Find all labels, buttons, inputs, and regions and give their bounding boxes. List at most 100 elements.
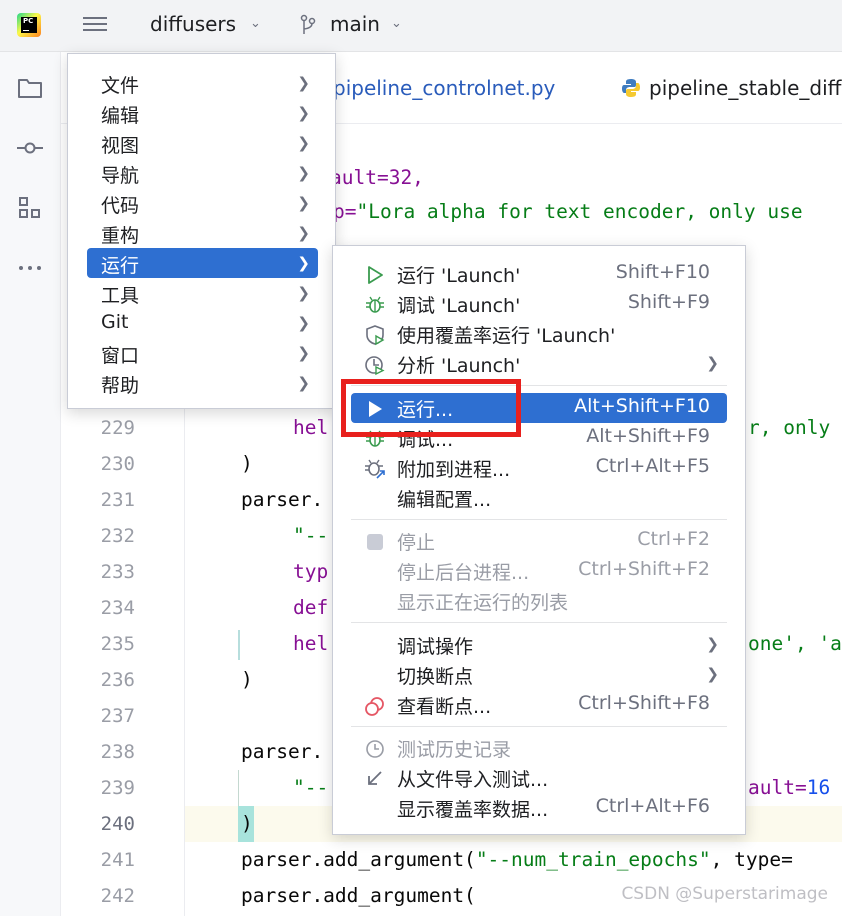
menu-item-label: 停止后台进程...: [397, 562, 530, 584]
project-folder-icon[interactable]: [16, 74, 44, 102]
menu-item-view[interactable]: 视图 ❯: [87, 128, 318, 158]
code-line: "--: [293, 776, 329, 799]
menu-item-label: Git: [101, 311, 129, 333]
profile-icon: [365, 356, 385, 376]
menu-item-toggle-breakpoint[interactable]: 切换断点 ❯: [351, 660, 727, 690]
menu-item-debug-launch[interactable]: 调试 'Launch' Shift+F9: [351, 289, 727, 319]
code-fragment: r, only u: [748, 416, 842, 439]
code-fragment: p="Lora alpha for text encoder, only use: [333, 200, 803, 223]
code-fragment: one', 'a: [748, 632, 842, 655]
chevron-right-icon: ❯: [297, 74, 310, 92]
run-icon: [368, 266, 383, 284]
chevron-right-icon: ❯: [297, 104, 310, 122]
menu-item-label: 窗口: [101, 345, 140, 367]
line-number: 235: [100, 633, 135, 655]
menu-item-run[interactable]: 运行 ❯: [87, 248, 318, 278]
menu-item-label: 编辑: [101, 105, 140, 127]
shortcut-label: Shift+F10: [615, 261, 710, 283]
menu-item-tools[interactable]: 工具 ❯: [87, 278, 318, 308]
annotation-highlight-box: [341, 379, 521, 437]
chevron-right-icon: ❯: [706, 635, 719, 653]
menu-item-label: 重构: [101, 225, 140, 247]
menu-item-run-launch[interactable]: 运行 'Launch' Shift+F10: [351, 259, 727, 289]
chevron-right-icon: ❯: [297, 194, 310, 212]
menu-item-label: 运行 'Launch': [397, 265, 521, 287]
menu-item-refactor[interactable]: 重构 ❯: [87, 218, 318, 248]
menu-item-stop[interactable]: 停止 Ctrl+F2: [351, 526, 727, 556]
menu-item-import-tests[interactable]: 从文件导入测试...: [351, 763, 727, 793]
shortcut-label: Ctrl+F2: [637, 528, 710, 550]
menu-item-profile-launch[interactable]: 分析 'Launch' ❯: [351, 349, 727, 379]
attach-icon: [365, 459, 385, 479]
tab-label: pipeline_controlnet.py: [333, 76, 556, 100]
menu-item-git[interactable]: Git ❯: [87, 308, 318, 338]
menu-item-debugger-actions[interactable]: 调试操作 ❯: [351, 630, 727, 660]
pycharm-logo-icon[interactable]: PC: [17, 13, 41, 37]
chevron-right-icon: ❯: [706, 354, 719, 372]
line-number: 238: [100, 741, 135, 763]
shortcut-label: Ctrl+Alt+F5: [595, 455, 710, 477]
branch-name[interactable]: main: [330, 12, 380, 36]
menu-item-attach-to-process[interactable]: 附加到进程... Ctrl+Alt+F5: [351, 453, 727, 483]
menu-item-label: 附加到进程...: [397, 459, 511, 481]
menu-item-show-running-list[interactable]: 显示正在运行的列表: [351, 586, 727, 616]
menu-item-run-with-coverage[interactable]: 使用覆盖率运行 'Launch': [351, 319, 727, 349]
line-number: 240: [100, 813, 135, 835]
menu-item-label: 工具: [101, 285, 140, 307]
menu-item-label: 停止: [397, 532, 436, 554]
commit-icon[interactable]: [16, 134, 44, 162]
menu-item-file[interactable]: 文件 ❯: [87, 68, 318, 98]
menu-item-edit[interactable]: 编辑 ❯: [87, 98, 318, 128]
menu-item-label: 运行: [101, 255, 140, 277]
run-submenu-popup: 运行 'Launch' Shift+F10 调试 'Launch' Shift+…: [332, 245, 746, 835]
shortcut-label: Ctrl+Shift+F8: [578, 692, 710, 714]
shortcut-label: Alt+Shift+F10: [574, 395, 710, 417]
project-chevron-down-icon[interactable]: ⌄: [250, 16, 261, 31]
main-menu-popup: 文件 ❯ 编辑 ❯ 视图 ❯ 导航 ❯ 代码 ❯ 重构 ❯ 运行 ❯ 工具 ❯ Git ❯ 窗口 ❯…: [67, 53, 336, 409]
import-icon: [368, 771, 382, 785]
menu-separator: [351, 519, 727, 520]
line-number: 234: [100, 597, 135, 619]
menu-item-help[interactable]: 帮助 ❯: [87, 368, 318, 398]
chevron-right-icon: ❯: [297, 224, 310, 242]
menu-item-navigate[interactable]: 导航 ❯: [87, 158, 318, 188]
menu-item-test-history[interactable]: 测试历史记录: [351, 733, 727, 763]
menu-item-window[interactable]: 窗口 ❯: [87, 338, 318, 368]
chevron-right-icon: ❯: [706, 665, 719, 683]
more-tools-icon[interactable]: [16, 254, 44, 282]
chevron-right-icon: ❯: [297, 134, 310, 152]
line-number: 241: [100, 849, 135, 871]
menu-item-label: 测试历史记录: [397, 739, 512, 761]
menu-item-label: 导航: [101, 165, 140, 187]
branch-chevron-down-icon[interactable]: ⌄: [391, 16, 402, 31]
menu-item-view-breakpoints[interactable]: 查看断点... Ctrl+Shift+F8: [351, 690, 727, 720]
line-number: 237: [100, 705, 135, 727]
line-number: 236: [100, 669, 135, 691]
menu-item-label: 显示覆盖率数据...: [397, 799, 549, 821]
menu-item-label: 文件: [101, 75, 140, 97]
code-line: "--: [293, 524, 329, 547]
tab-pipeline-stable-diff[interactable]: pipeline_stable_diff: [621, 76, 841, 100]
git-branch-icon: [300, 14, 316, 34]
menu-item-stop-background[interactable]: 停止后台进程... Ctrl+Shift+F2: [351, 556, 727, 586]
code-line: typ: [293, 560, 329, 583]
line-number: 230: [100, 453, 135, 475]
menu-separator: [351, 726, 727, 727]
structure-icon[interactable]: [16, 194, 44, 222]
chevron-right-icon: ❯: [297, 344, 310, 362]
code-line: hel: [293, 632, 329, 655]
main-menu-hamburger-icon[interactable]: [83, 14, 109, 36]
watermark: CSDN @Superstarimage: [621, 884, 828, 904]
code-line: hel: [293, 416, 329, 439]
menu-item-label: 代码: [101, 195, 140, 217]
menu-item-show-coverage-data[interactable]: 显示覆盖率数据... Ctrl+Alt+F6: [351, 793, 727, 823]
menu-item-code[interactable]: 代码 ❯: [87, 188, 318, 218]
menu-item-label: 切换断点: [397, 666, 474, 688]
tab-pipeline-controlnet[interactable]: pipeline_controlnet.py: [333, 76, 555, 100]
menu-item-edit-configurations[interactable]: 编辑配置...: [351, 483, 727, 513]
project-name[interactable]: diffusers: [150, 12, 236, 36]
code-line: parser.: [241, 488, 324, 511]
tab-label: pipeline_stable_diff: [649, 76, 842, 100]
shortcut-label: Ctrl+Shift+F2: [578, 558, 710, 580]
line-number: 229: [100, 417, 135, 439]
